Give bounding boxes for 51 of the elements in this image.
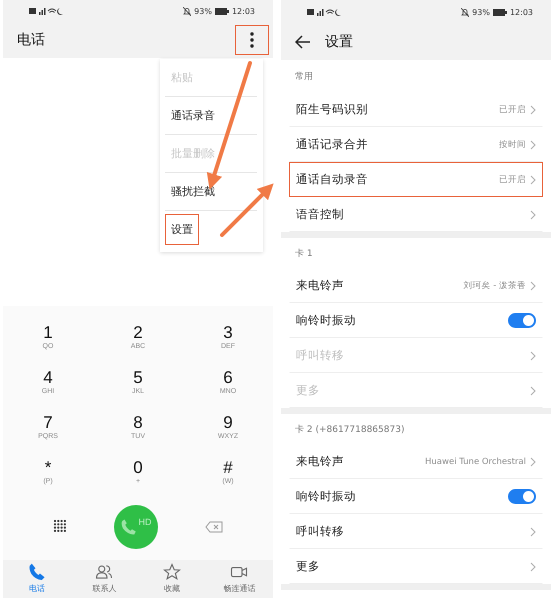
- clock-time: 12:03: [232, 7, 255, 16]
- nav-tab[interactable]: 电话: [3, 560, 70, 598]
- signal-icons: [307, 8, 341, 16]
- battery-icon: [214, 8, 229, 16]
- section-header: 常用: [295, 70, 313, 82]
- battery-icon: [492, 8, 507, 16]
- mute-icon: [461, 8, 470, 16]
- app-title: 电话: [17, 31, 46, 50]
- setting-label: 响铃时振动: [296, 313, 357, 328]
- clock-time: 12:03: [510, 8, 533, 16]
- chevron-icon: [530, 174, 536, 184]
- chevron-icon: [530, 456, 536, 466]
- mute-icon: [183, 7, 192, 16]
- back-icon[interactable]: [295, 35, 311, 49]
- battery-percent: 93%: [194, 7, 212, 16]
- chevron-icon: [530, 386, 536, 396]
- chevron-icon: [530, 104, 536, 114]
- star-icon: [162, 563, 181, 582]
- toggle-switch[interactable]: [508, 489, 536, 504]
- settings-row[interactable]: 通话记录合并 按时间: [289, 127, 543, 162]
- page-title: 设置: [325, 33, 354, 51]
- settings-row[interactable]: 通话自动录音 已开启: [289, 162, 543, 197]
- more-icon: [250, 32, 254, 48]
- backspace-icon[interactable]: [205, 520, 224, 533]
- menu-item[interactable]: 设置: [165, 214, 199, 245]
- nav-tab[interactable]: 联系人: [70, 560, 138, 598]
- chevron-icon: [530, 350, 536, 360]
- chevron-icon: [530, 210, 536, 220]
- chevron-icon: [530, 280, 536, 290]
- signal-icons: [29, 7, 63, 16]
- chevron-icon: [530, 526, 536, 536]
- settings-row[interactable]: 陌生号码识别 已开启: [289, 92, 543, 127]
- contacts-icon: [95, 563, 114, 582]
- settings-row[interactable]: 来电铃声 Huawei Tune Orchestral: [289, 444, 543, 479]
- section-header: 卡 1: [295, 248, 313, 260]
- nav-tab[interactable]: 收藏: [138, 560, 206, 598]
- chevron-icon: [530, 140, 536, 150]
- settings-row[interactable]: 来电铃声 刘珂矣 - 泼茶香: [289, 268, 543, 303]
- battery-percent: 93%: [472, 8, 490, 16]
- settings-row[interactable]: 呼叫转移: [289, 514, 543, 549]
- toggle-switch[interactable]: [508, 313, 536, 328]
- nav-tab[interactable]: 畅连通话: [206, 560, 273, 598]
- menu-item[interactable]: 骚扰拦截: [165, 176, 221, 207]
- more-button[interactable]: [235, 25, 269, 56]
- dialpad-icon[interactable]: [52, 518, 67, 535]
- menu-item[interactable]: 通话录音: [165, 100, 221, 131]
- setting-label: 响铃时振动: [296, 489, 357, 504]
- phone-icon: [120, 518, 138, 536]
- chevron-icon: [530, 562, 536, 572]
- phone-icon: [28, 563, 46, 582]
- section-header: 卡 2 (+8617718865873): [295, 424, 404, 436]
